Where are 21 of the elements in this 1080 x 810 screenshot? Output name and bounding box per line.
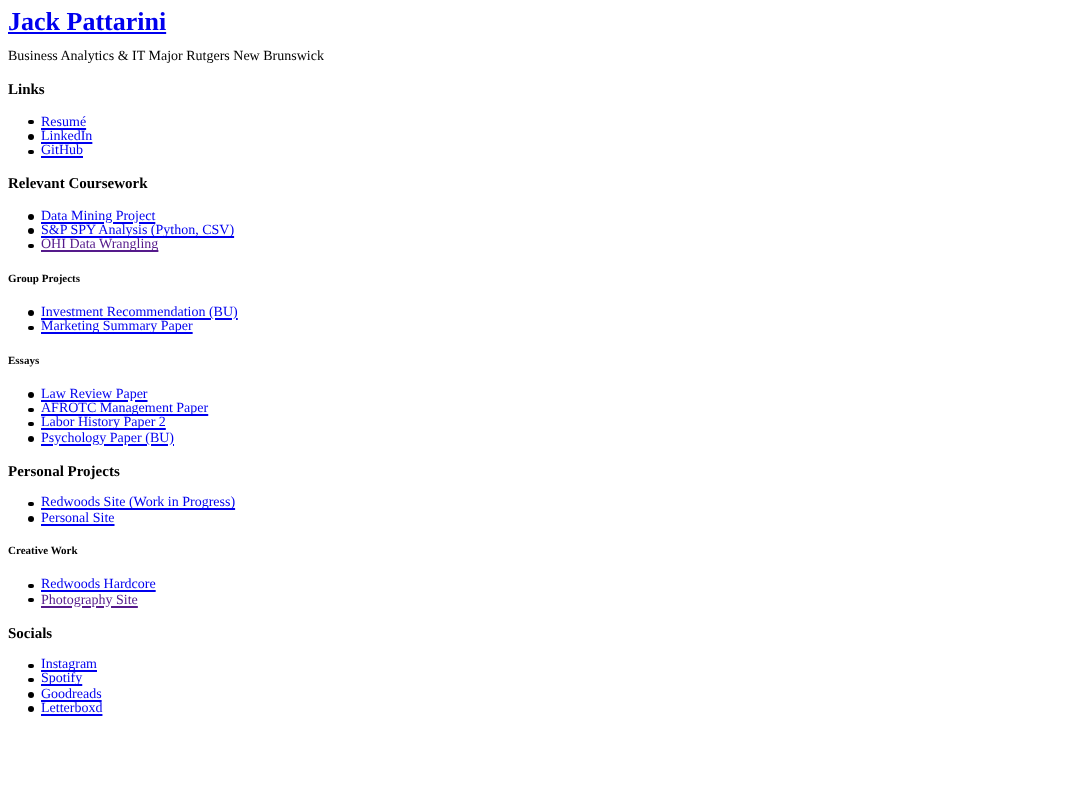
bullet-icon [28,583,33,589]
bullet-icon [28,134,33,140]
bullet-icon [28,421,33,427]
bullet-icon [28,407,33,413]
bullet-icon [28,243,33,249]
bullet-icon [28,501,33,507]
bullet-icon [28,436,33,442]
bullet-icon [28,325,33,331]
page-title[interactable]: Jack Pattarini [8,6,167,36]
bullet-icon [28,663,33,669]
bullet-icon [28,692,33,698]
bullet-icon [28,706,33,712]
bullet-icon [28,214,33,220]
bullet-icon [28,228,33,234]
bullet-icon [28,119,33,125]
bullet-icon [28,392,33,398]
bullet-icon [28,597,33,603]
bullet-icon [28,149,33,155]
bullet-icon [28,677,33,683]
bullet-icon [28,310,33,316]
bullet-icon [28,516,33,522]
